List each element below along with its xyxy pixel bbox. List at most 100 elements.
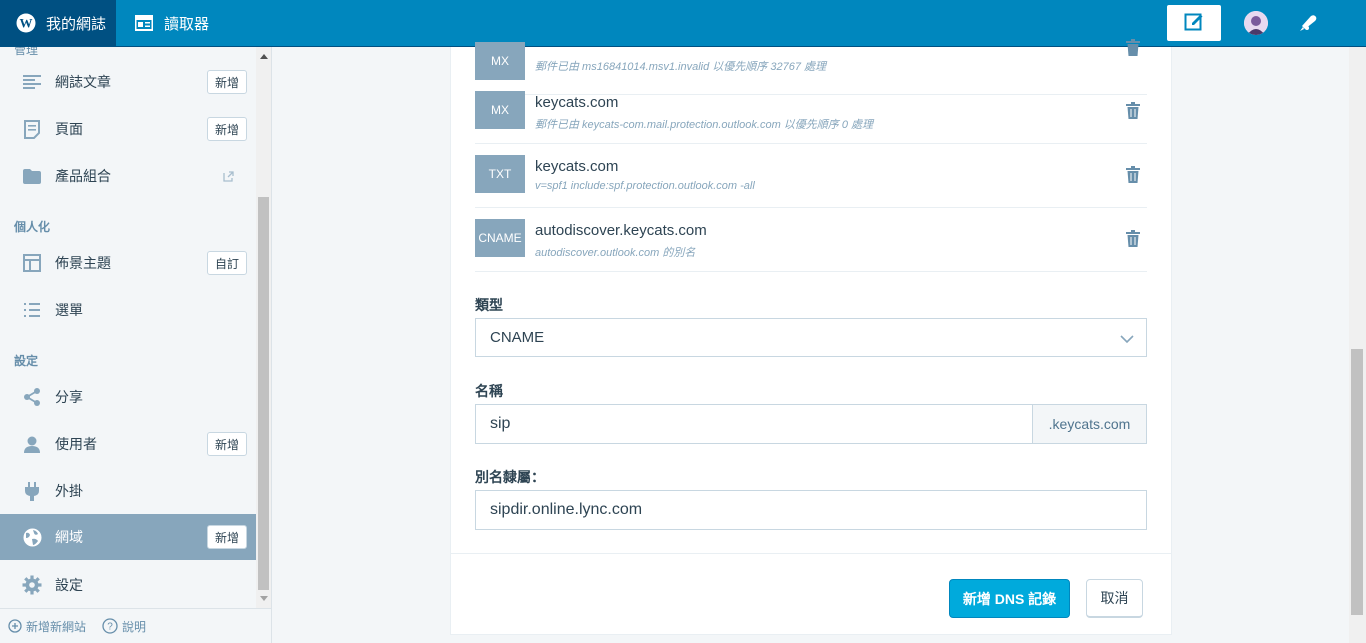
add-new-site-link[interactable]: 新增新網站 (8, 618, 86, 635)
sidebar-item-label: 選單 (55, 302, 83, 318)
sidebar-footer: 新增新網站 ? 說明 (0, 608, 271, 643)
add-new-site-label: 新增新網站 (26, 619, 87, 634)
sidebar-item-label: 外掛 (55, 483, 83, 499)
sidebar-item-menus[interactable]: 選單 (0, 287, 256, 333)
avatar[interactable] (1244, 11, 1268, 35)
help-icon: ? (102, 618, 118, 634)
record-description: 郵件已由 keycats-com.mail.protection.outlook… (535, 119, 874, 131)
chevron-down-icon (1120, 331, 1134, 348)
sidebar-item-label: 佈景主題 (55, 255, 111, 271)
cancel-button[interactable]: 取消 (1086, 579, 1143, 618)
trash-icon (1126, 102, 1140, 123)
sidebar-scrollbar[interactable] (256, 47, 271, 608)
alias-input[interactable]: sipdir.online.lync.com (475, 490, 1147, 530)
name-label: 名稱 (475, 383, 503, 399)
record-type-badge: MX (475, 91, 525, 129)
sidebar-item-pages[interactable]: 頁面 新增 (0, 106, 256, 152)
type-select-value: CNAME (490, 329, 545, 346)
record-type-badge: CNAME (475, 219, 525, 257)
sidebar-heading-manage: 管理 (14, 47, 39, 57)
alias-label: 別名隸屬： (475, 469, 545, 485)
sidebar-item-sharing[interactable]: 分享 (0, 374, 256, 420)
write-button[interactable] (1167, 5, 1221, 41)
sidebar-item-portfolio[interactable]: 產品組合 (0, 153, 256, 199)
record-description: 郵件已由 ms16841014.msv1.invalid 以優先順序 32767… (535, 61, 826, 73)
dns-card: MX 郵件已由 ms16841014.msv1.invalid 以優先順序 32… (450, 39, 1172, 635)
dns-record: TXT keycats.com v=spf1 include:spf.prote… (475, 144, 1147, 208)
record-name: keycats.com (535, 94, 619, 111)
sidebar-item-plugins[interactable]: 外掛 (0, 468, 256, 514)
plugins-icon (22, 481, 42, 501)
delete-record-button[interactable] (1126, 230, 1140, 252)
sidebar-item-label: 設定 (55, 577, 83, 593)
record-type-badge: MX (475, 42, 525, 80)
add-user-button[interactable]: 新增 (206, 432, 247, 456)
svg-text:?: ? (107, 622, 113, 633)
sidebar-item-label: 使用者 (55, 436, 97, 452)
sidebar-item-themes[interactable]: 佈景主題 自訂 (0, 240, 256, 286)
add-dns-record-button[interactable]: 新增 DNS 記錄 (949, 579, 1070, 618)
record-type-badge: TXT (475, 155, 525, 193)
pages-icon (22, 119, 42, 139)
add-domain-button[interactable]: 新增 (206, 525, 247, 549)
sidebar-item-people[interactable]: 使用者 新增 (0, 421, 256, 467)
posts-icon (22, 72, 42, 92)
write-icon (1184, 11, 1204, 36)
page-scrollbar[interactable] (1349, 47, 1366, 643)
add-circle-icon (8, 619, 22, 633)
sidebar-item-settings[interactable]: 設定 (0, 562, 256, 608)
sidebar: 管理 網誌文章 新增 頁面 新增 產品組合 個人化 佈景主題 自訂 選單 設定 … (0, 47, 272, 643)
themes-icon (22, 253, 42, 273)
my-sites-button[interactable]: W 我的網誌 (0, 0, 116, 46)
user-icon (22, 434, 42, 454)
record-name: autodiscover.keycats.com (535, 222, 707, 239)
scrollbar-thumb[interactable] (258, 197, 269, 590)
external-link-icon (223, 169, 234, 185)
record-description: autodiscover.outlook.com 的別名 (535, 247, 696, 259)
my-sites-label: 我的網誌 (46, 15, 107, 33)
reader-icon (134, 13, 154, 33)
name-input-value: sip (490, 415, 511, 432)
customize-button[interactable]: 自訂 (206, 251, 247, 275)
help-link[interactable]: ? 說明 (102, 618, 146, 635)
type-label: 類型 (475, 297, 503, 313)
notifications-icon (1298, 11, 1320, 38)
sidebar-item-label: 產品組合 (55, 168, 111, 184)
page-scrollbar-thumb[interactable] (1351, 349, 1363, 615)
name-input[interactable]: sip .keycats.com (475, 404, 1147, 444)
sidebar-item-domains[interactable]: 網域 新增 (0, 514, 256, 560)
sidebar-item-label: 分享 (55, 389, 83, 405)
delete-record-button[interactable] (1126, 102, 1140, 124)
sidebar-item-label: 網誌文章 (55, 74, 111, 90)
dns-record: MX keycats.com 郵件已由 keycats-com.mail.pro… (475, 80, 1147, 144)
wordpress-icon: W (16, 13, 36, 33)
trash-icon (1126, 166, 1140, 187)
scroll-up-arrow[interactable] (260, 54, 268, 59)
alias-input-value: sipdir.online.lync.com (490, 501, 643, 518)
svg-text:W: W (20, 16, 33, 31)
trash-icon (1126, 230, 1140, 251)
scroll-down-arrow[interactable] (260, 596, 268, 601)
add-post-button[interactable]: 新增 (206, 70, 247, 94)
reader-button[interactable]: 讀取器 (116, 0, 209, 46)
record-name: keycats.com (535, 158, 619, 175)
record-description: v=spf1 include:spf.protection.outlook.co… (535, 180, 755, 192)
domain-suffix: .keycats.com (1032, 405, 1146, 443)
divider (451, 553, 1171, 554)
gear-icon (22, 575, 42, 595)
trash-icon (1126, 39, 1140, 60)
sidebar-item-posts[interactable]: 網誌文章 新增 (0, 59, 256, 105)
globe-icon (22, 527, 42, 547)
sidebar-item-label: 網域 (55, 529, 83, 545)
reader-label: 讀取器 (164, 15, 210, 33)
sidebar-item-label: 頁面 (55, 121, 83, 137)
help-label: 說明 (122, 619, 147, 634)
sidebar-heading-personalize: 個人化 (14, 220, 51, 234)
delete-record-button[interactable] (1126, 166, 1140, 188)
add-page-button[interactable]: 新增 (206, 117, 247, 141)
type-select[interactable]: CNAME (475, 318, 1147, 357)
share-icon (22, 387, 42, 407)
notifications-button[interactable] (1296, 11, 1322, 37)
folder-icon (22, 166, 42, 186)
delete-record-button[interactable] (1126, 39, 1140, 61)
